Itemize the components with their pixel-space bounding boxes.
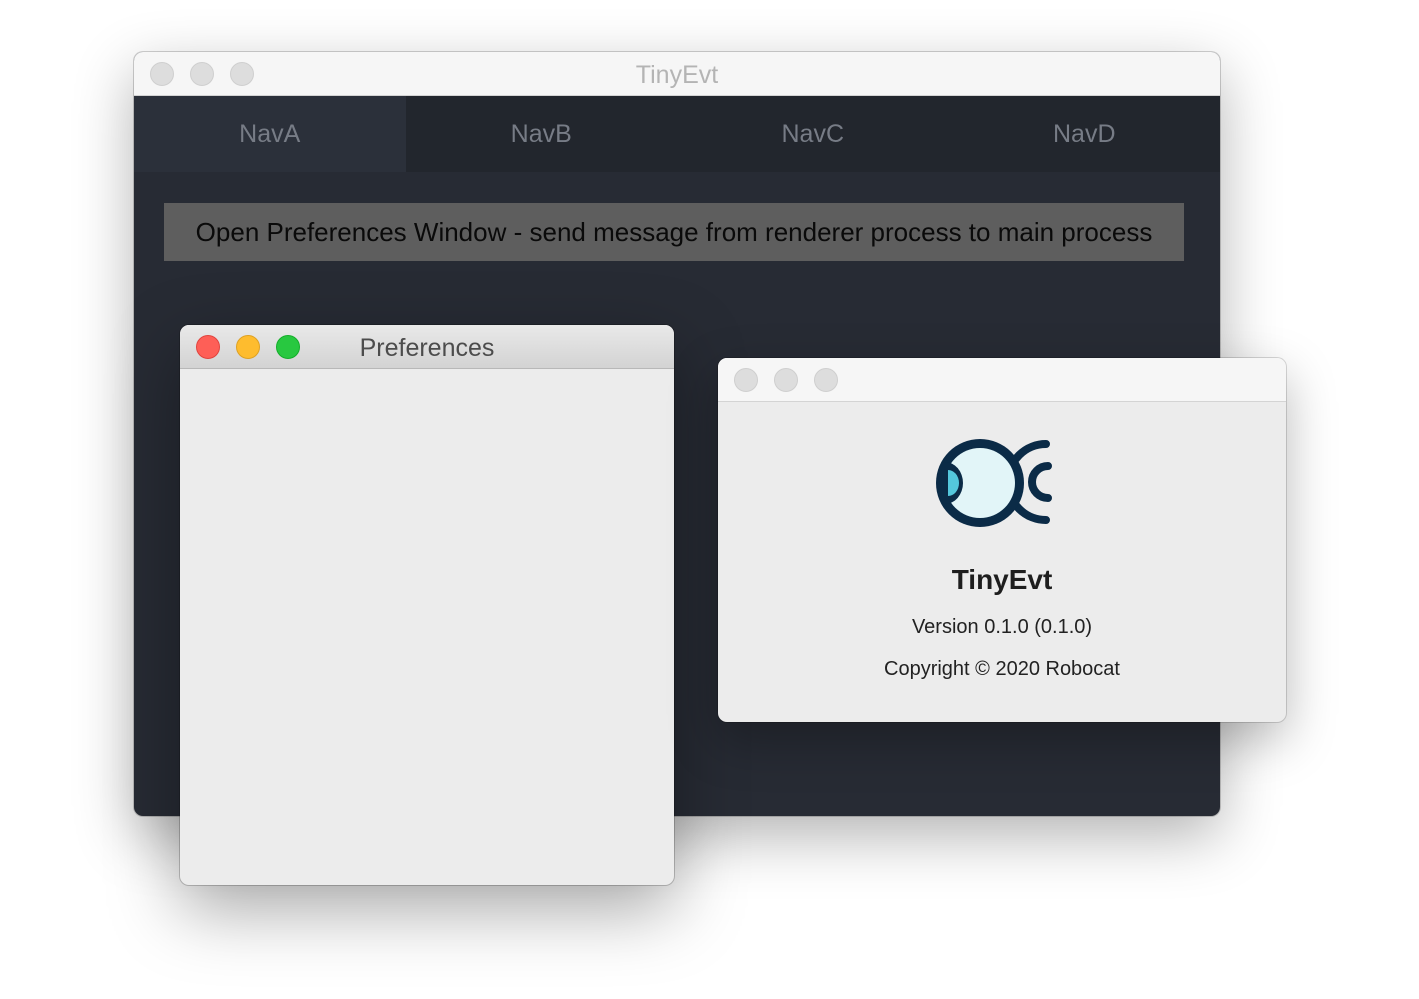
nav-tab-d[interactable]: NavD — [949, 96, 1221, 172]
main-titlebar[interactable]: TinyEvt — [134, 52, 1220, 96]
nav-tab-c[interactable]: NavC — [677, 96, 949, 172]
nav-tab-a[interactable]: NavA — [134, 96, 406, 172]
preferences-titlebar[interactable]: Preferences — [180, 325, 674, 369]
window-title: TinyEvt — [635, 61, 719, 89]
main-nav: NavA NavB NavC NavD — [134, 96, 1220, 172]
about-app-name: TinyEvt — [951, 564, 1053, 595]
zoom-button[interactable] — [814, 368, 838, 392]
preferences-window: Preferences — [180, 325, 674, 885]
minimize-button[interactable] — [774, 368, 798, 392]
about-titlebar[interactable] — [718, 358, 1286, 402]
close-button[interactable] — [734, 368, 758, 392]
open-preferences-button[interactable]: Open Preferences Window - send message f… — [164, 203, 1184, 261]
nav-tab-b[interactable]: NavB — [406, 96, 678, 172]
window-title: Preferences — [359, 334, 495, 362]
about-window: TinyEvt Version 0.1.0 (0.1.0) Copyright … — [718, 358, 1286, 722]
eye-logo-icon — [936, 439, 1052, 527]
about-copyright: Copyright © 2020 Robocat — [884, 658, 1120, 680]
about-version: Version 0.1.0 (0.1.0) — [911, 616, 1093, 638]
